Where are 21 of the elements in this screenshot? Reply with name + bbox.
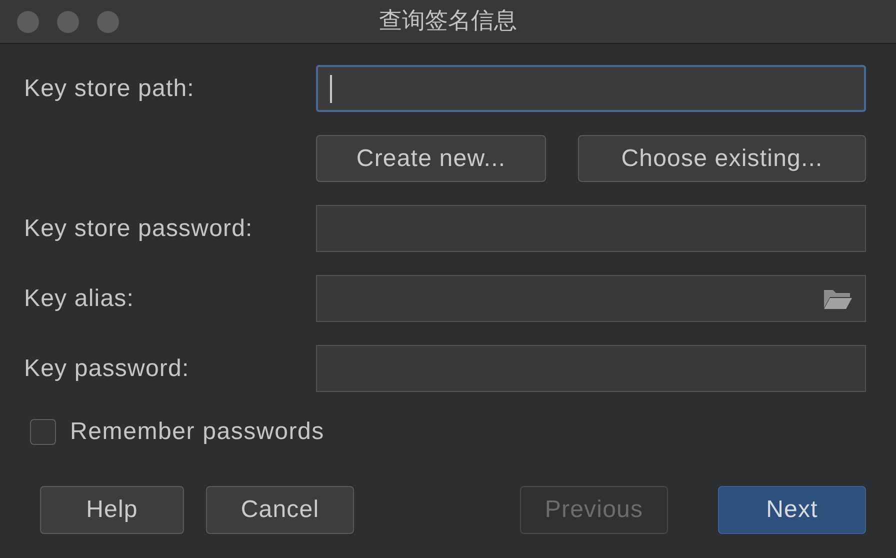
field-label: Key store path: [24, 74, 196, 104]
minimize-button[interactable] [57, 10, 79, 32]
input-field[interactable] [316, 205, 866, 252]
window-title: 查询签名信息 [379, 7, 517, 36]
field-label: Key store password: [24, 214, 254, 244]
dialog-button[interactable]: Help [40, 486, 184, 534]
input-field[interactable] [316, 345, 866, 392]
field-label: Key alias: [24, 284, 136, 314]
input-field[interactable] [316, 65, 866, 112]
zoom-button[interactable] [97, 10, 119, 32]
dialog-button[interactable]: Cancel [206, 486, 354, 534]
keystore-button[interactable]: Choose existing... [578, 135, 866, 182]
dialog-button[interactable]: Next [718, 486, 866, 534]
checkbox-label: Remember passwords [70, 417, 324, 447]
checkbox[interactable] [30, 419, 56, 445]
folder-icon [823, 288, 853, 310]
input-field[interactable] [316, 275, 866, 322]
text-cursor [330, 74, 332, 102]
close-button[interactable] [17, 10, 39, 32]
keystore-button[interactable]: Create new... [316, 135, 546, 182]
field-label: Key password: [24, 354, 190, 384]
